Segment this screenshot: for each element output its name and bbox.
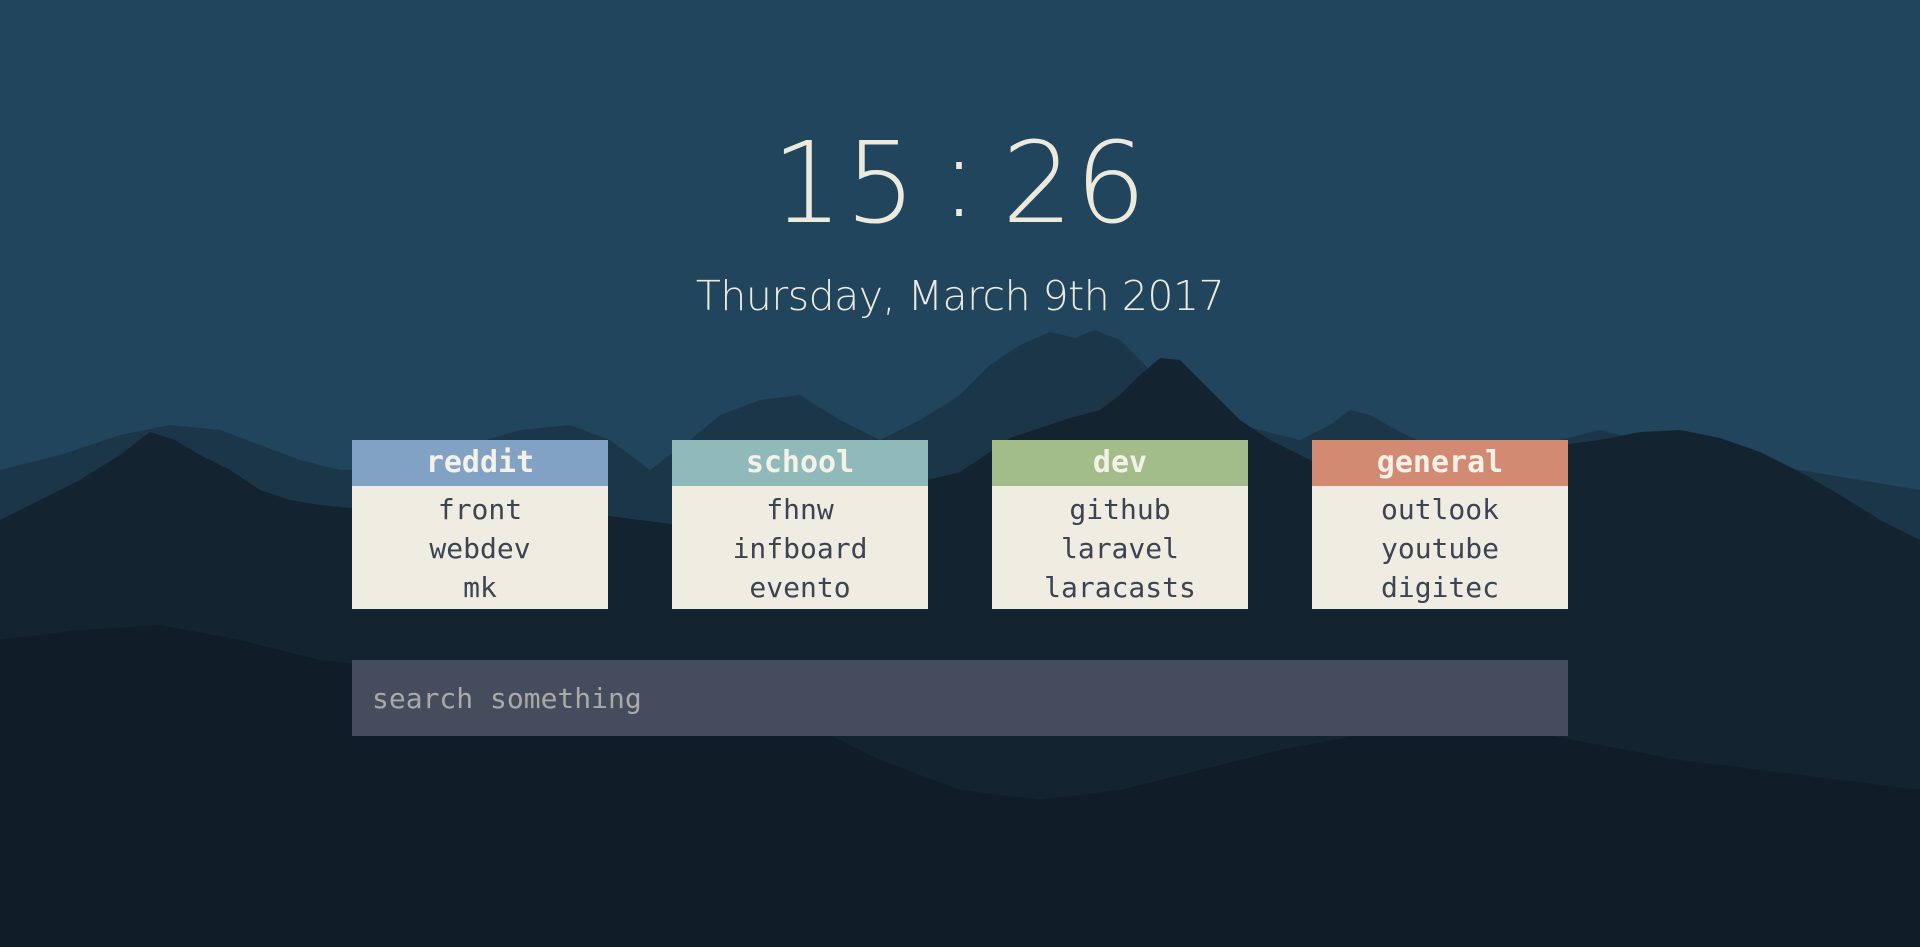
bookmark-link-digitec[interactable]: digitec xyxy=(1312,568,1568,607)
bookmark-group-title: general xyxy=(1312,440,1568,486)
date-display: Thursday, March 9th 2017 xyxy=(695,272,1225,320)
clock-separator: : xyxy=(940,113,980,243)
bookmark-group-reddit: reddit front webdev mk xyxy=(352,440,608,609)
bookmark-link-laracasts[interactable]: laracasts xyxy=(992,568,1248,607)
bookmark-link-laravel[interactable]: laravel xyxy=(992,529,1248,568)
bookmark-group-title: reddit xyxy=(352,440,608,486)
bookmark-group-dev: dev github laravel laracasts xyxy=(992,440,1248,609)
bookmark-link-youtube[interactable]: youtube xyxy=(1312,529,1568,568)
bookmark-links: front webdev mk xyxy=(352,486,608,607)
bookmark-link-evento[interactable]: evento xyxy=(672,568,928,607)
bookmark-link-mk[interactable]: mk xyxy=(352,568,608,607)
bookmark-link-outlook[interactable]: outlook xyxy=(1312,490,1568,529)
bookmark-links: outlook youtube digitec xyxy=(1312,486,1568,607)
bookmark-links: github laravel laracasts xyxy=(992,486,1248,607)
bookmark-links: fhnw infboard evento xyxy=(672,486,928,607)
bookmark-group-school: school fhnw infboard evento xyxy=(672,440,928,609)
bookmark-link-fhnw[interactable]: fhnw xyxy=(672,490,928,529)
bookmark-group-title: dev xyxy=(992,440,1248,486)
search-input[interactable] xyxy=(352,660,1568,736)
bookmark-link-webdev[interactable]: webdev xyxy=(352,529,608,568)
clock-hours: 15 xyxy=(771,119,919,249)
bookmark-link-front[interactable]: front xyxy=(352,490,608,529)
clock-minutes: 26 xyxy=(1001,119,1149,249)
bookmark-link-infboard[interactable]: infboard xyxy=(672,529,928,568)
bookmark-group-title: school xyxy=(672,440,928,486)
bookmark-groups: reddit front webdev mk school fhnw infbo… xyxy=(352,440,1568,609)
clock: 15:26 xyxy=(0,122,1920,240)
bookmark-link-github[interactable]: github xyxy=(992,490,1248,529)
bookmark-group-general: general outlook youtube digitec xyxy=(1312,440,1568,609)
startpage: 15:26 Thursday, March 9th 2017 reddit fr… xyxy=(0,0,1920,947)
